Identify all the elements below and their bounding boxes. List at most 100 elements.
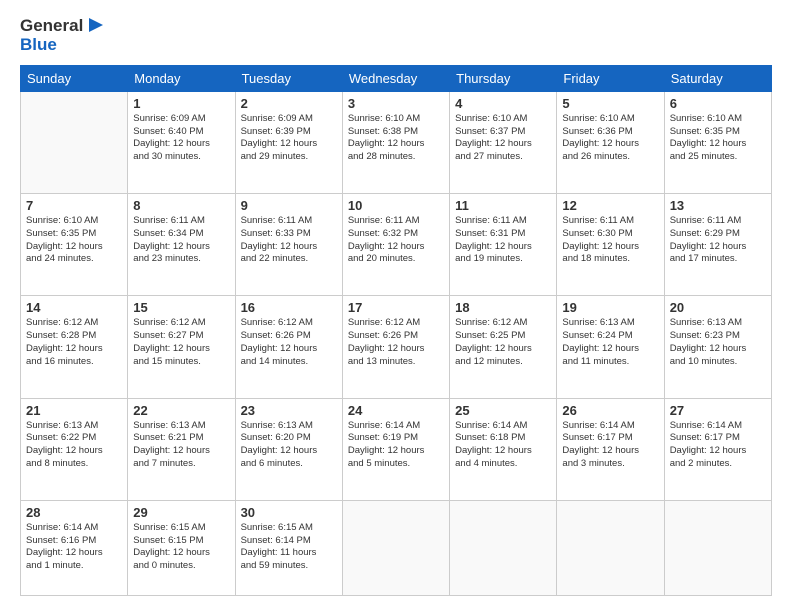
day-number: 5 <box>562 96 658 111</box>
calendar-cell <box>342 500 449 595</box>
calendar-week-row: 21 Sunrise: 6:13 AM Sunset: 6:22 PM Dayli… <box>21 398 772 500</box>
page: General Blue SundayMondayTuesdayWednesda… <box>0 0 792 612</box>
calendar-cell <box>21 91 128 193</box>
day-info: Sunrise: 6:10 AM Sunset: 6:35 PM Dayligh… <box>26 215 122 266</box>
day-number: 11 <box>455 198 551 213</box>
calendar-cell: 28 Sunrise: 6:14 AM Sunset: 6:16 PM Dayli… <box>21 500 128 595</box>
calendar-cell: 18 Sunrise: 6:12 AM Sunset: 6:25 PM Dayli… <box>450 296 557 398</box>
day-info: Sunrise: 6:14 AM Sunset: 6:16 PM Dayligh… <box>26 522 122 573</box>
day-info: Sunrise: 6:10 AM Sunset: 6:37 PM Dayligh… <box>455 113 551 164</box>
day-info: Sunrise: 6:13 AM Sunset: 6:24 PM Dayligh… <box>562 317 658 368</box>
day-number: 1 <box>133 96 229 111</box>
calendar-cell: 27Sunrise: 6:14 AM Sunset: 6:17 PM Dayli… <box>664 398 771 500</box>
calendar-cell: 13Sunrise: 6:11 AM Sunset: 6:29 PM Dayli… <box>664 193 771 295</box>
day-number: 17 <box>348 300 444 315</box>
calendar-cell <box>557 500 664 595</box>
calendar-cell: 12Sunrise: 6:11 AM Sunset: 6:30 PM Dayli… <box>557 193 664 295</box>
day-number: 2 <box>241 96 337 111</box>
day-number: 9 <box>241 198 337 213</box>
day-number: 6 <box>670 96 766 111</box>
calendar-cell: 1Sunrise: 6:09 AM Sunset: 6:40 PM Daylig… <box>128 91 235 193</box>
calendar-cell <box>664 500 771 595</box>
calendar-cell: 15Sunrise: 6:12 AM Sunset: 6:27 PM Dayli… <box>128 296 235 398</box>
logo-blue: Blue <box>20 36 57 55</box>
calendar-table: SundayMondayTuesdayWednesdayThursdayFrid… <box>20 65 772 596</box>
calendar-cell: 8 Sunrise: 6:11 AM Sunset: 6:34 PM Daylig… <box>128 193 235 295</box>
day-number: 8 <box>133 198 229 213</box>
calendar-cell: 16 Sunrise: 6:12 AM Sunset: 6:26 PM Dayli… <box>235 296 342 398</box>
day-number: 27 <box>670 403 766 418</box>
day-number: 30 <box>241 505 337 520</box>
day-info: Sunrise: 6:14 AM Sunset: 6:18 PM Dayligh… <box>455 420 551 471</box>
day-number: 29 <box>133 505 229 520</box>
logo: General Blue <box>20 16 107 55</box>
calendar-cell: 10 Sunrise: 6:11 AM Sunset: 6:32 PM Dayli… <box>342 193 449 295</box>
calendar-cell: 30 Sunrise: 6:15 AM Sunset: 6:14 PM Dayli… <box>235 500 342 595</box>
day-info: Sunrise: 6:09 AM Sunset: 6:39 PM Dayligh… <box>241 113 337 164</box>
day-number: 25 <box>455 403 551 418</box>
day-info: Sunrise: 6:12 AM Sunset: 6:26 PM Dayligh… <box>348 317 444 368</box>
calendar-cell: 11 Sunrise: 6:11 AM Sunset: 6:31 PM Dayli… <box>450 193 557 295</box>
calendar-cell: 29 Sunrise: 6:15 AM Sunset: 6:15 PM Dayli… <box>128 500 235 595</box>
col-header-thursday: Thursday <box>450 65 557 91</box>
day-number: 14 <box>26 300 122 315</box>
day-number: 7 <box>26 198 122 213</box>
day-number: 22 <box>133 403 229 418</box>
day-info: Sunrise: 6:12 AM Sunset: 6:27 PM Dayligh… <box>133 317 229 368</box>
day-info: Sunrise: 6:14 AM Sunset: 6:19 PM Dayligh… <box>348 420 444 471</box>
logo-arrow-icon <box>85 14 107 36</box>
calendar-cell: 14 Sunrise: 6:12 AM Sunset: 6:28 PM Dayli… <box>21 296 128 398</box>
day-number: 28 <box>26 505 122 520</box>
day-info: Sunrise: 6:12 AM Sunset: 6:28 PM Dayligh… <box>26 317 122 368</box>
col-header-wednesday: Wednesday <box>342 65 449 91</box>
day-info: Sunrise: 6:12 AM Sunset: 6:25 PM Dayligh… <box>455 317 551 368</box>
calendar-header-row: SundayMondayTuesdayWednesdayThursdayFrid… <box>21 65 772 91</box>
day-number: 10 <box>348 198 444 213</box>
calendar-week-row: 1Sunrise: 6:09 AM Sunset: 6:40 PM Daylig… <box>21 91 772 193</box>
day-info: Sunrise: 6:14 AM Sunset: 6:17 PM Dayligh… <box>562 420 658 471</box>
day-info: Sunrise: 6:15 AM Sunset: 6:14 PM Dayligh… <box>241 522 337 573</box>
day-number: 18 <box>455 300 551 315</box>
calendar-cell: 17 Sunrise: 6:12 AM Sunset: 6:26 PM Dayli… <box>342 296 449 398</box>
day-info: Sunrise: 6:15 AM Sunset: 6:15 PM Dayligh… <box>133 522 229 573</box>
calendar-cell <box>450 500 557 595</box>
day-info: Sunrise: 6:12 AM Sunset: 6:26 PM Dayligh… <box>241 317 337 368</box>
calendar-week-row: 14 Sunrise: 6:12 AM Sunset: 6:28 PM Dayli… <box>21 296 772 398</box>
col-header-tuesday: Tuesday <box>235 65 342 91</box>
calendar-cell: 19Sunrise: 6:13 AM Sunset: 6:24 PM Dayli… <box>557 296 664 398</box>
day-info: Sunrise: 6:13 AM Sunset: 6:23 PM Dayligh… <box>670 317 766 368</box>
calendar-cell: 2 Sunrise: 6:09 AM Sunset: 6:39 PM Daylig… <box>235 91 342 193</box>
calendar-cell: 22Sunrise: 6:13 AM Sunset: 6:21 PM Dayli… <box>128 398 235 500</box>
day-number: 16 <box>241 300 337 315</box>
col-header-friday: Friday <box>557 65 664 91</box>
day-number: 21 <box>26 403 122 418</box>
calendar-cell: 24 Sunrise: 6:14 AM Sunset: 6:19 PM Dayli… <box>342 398 449 500</box>
day-info: Sunrise: 6:10 AM Sunset: 6:38 PM Dayligh… <box>348 113 444 164</box>
calendar-cell: 23 Sunrise: 6:13 AM Sunset: 6:20 PM Dayli… <box>235 398 342 500</box>
day-info: Sunrise: 6:10 AM Sunset: 6:35 PM Dayligh… <box>670 113 766 164</box>
day-info: Sunrise: 6:13 AM Sunset: 6:20 PM Dayligh… <box>241 420 337 471</box>
calendar-cell: 25 Sunrise: 6:14 AM Sunset: 6:18 PM Dayli… <box>450 398 557 500</box>
calendar-cell: 6 Sunrise: 6:10 AM Sunset: 6:35 PM Daylig… <box>664 91 771 193</box>
day-number: 26 <box>562 403 658 418</box>
calendar-cell: 20Sunrise: 6:13 AM Sunset: 6:23 PM Dayli… <box>664 296 771 398</box>
col-header-monday: Monday <box>128 65 235 91</box>
day-info: Sunrise: 6:11 AM Sunset: 6:32 PM Dayligh… <box>348 215 444 266</box>
calendar-cell: 5Sunrise: 6:10 AM Sunset: 6:36 PM Daylig… <box>557 91 664 193</box>
col-header-sunday: Sunday <box>21 65 128 91</box>
day-number: 3 <box>348 96 444 111</box>
header: General Blue <box>20 16 772 55</box>
day-info: Sunrise: 6:11 AM Sunset: 6:34 PM Dayligh… <box>133 215 229 266</box>
calendar-cell: 9 Sunrise: 6:11 AM Sunset: 6:33 PM Daylig… <box>235 193 342 295</box>
day-info: Sunrise: 6:11 AM Sunset: 6:31 PM Dayligh… <box>455 215 551 266</box>
day-info: Sunrise: 6:13 AM Sunset: 6:22 PM Dayligh… <box>26 420 122 471</box>
calendar-week-row: 28 Sunrise: 6:14 AM Sunset: 6:16 PM Dayli… <box>21 500 772 595</box>
day-number: 24 <box>348 403 444 418</box>
calendar-cell: 3 Sunrise: 6:10 AM Sunset: 6:38 PM Daylig… <box>342 91 449 193</box>
calendar-cell: 26 Sunrise: 6:14 AM Sunset: 6:17 PM Dayli… <box>557 398 664 500</box>
day-info: Sunrise: 6:11 AM Sunset: 6:30 PM Dayligh… <box>562 215 658 266</box>
calendar-cell: 21 Sunrise: 6:13 AM Sunset: 6:22 PM Dayli… <box>21 398 128 500</box>
day-number: 23 <box>241 403 337 418</box>
day-info: Sunrise: 6:11 AM Sunset: 6:33 PM Dayligh… <box>241 215 337 266</box>
calendar-cell: 4Sunrise: 6:10 AM Sunset: 6:37 PM Daylig… <box>450 91 557 193</box>
